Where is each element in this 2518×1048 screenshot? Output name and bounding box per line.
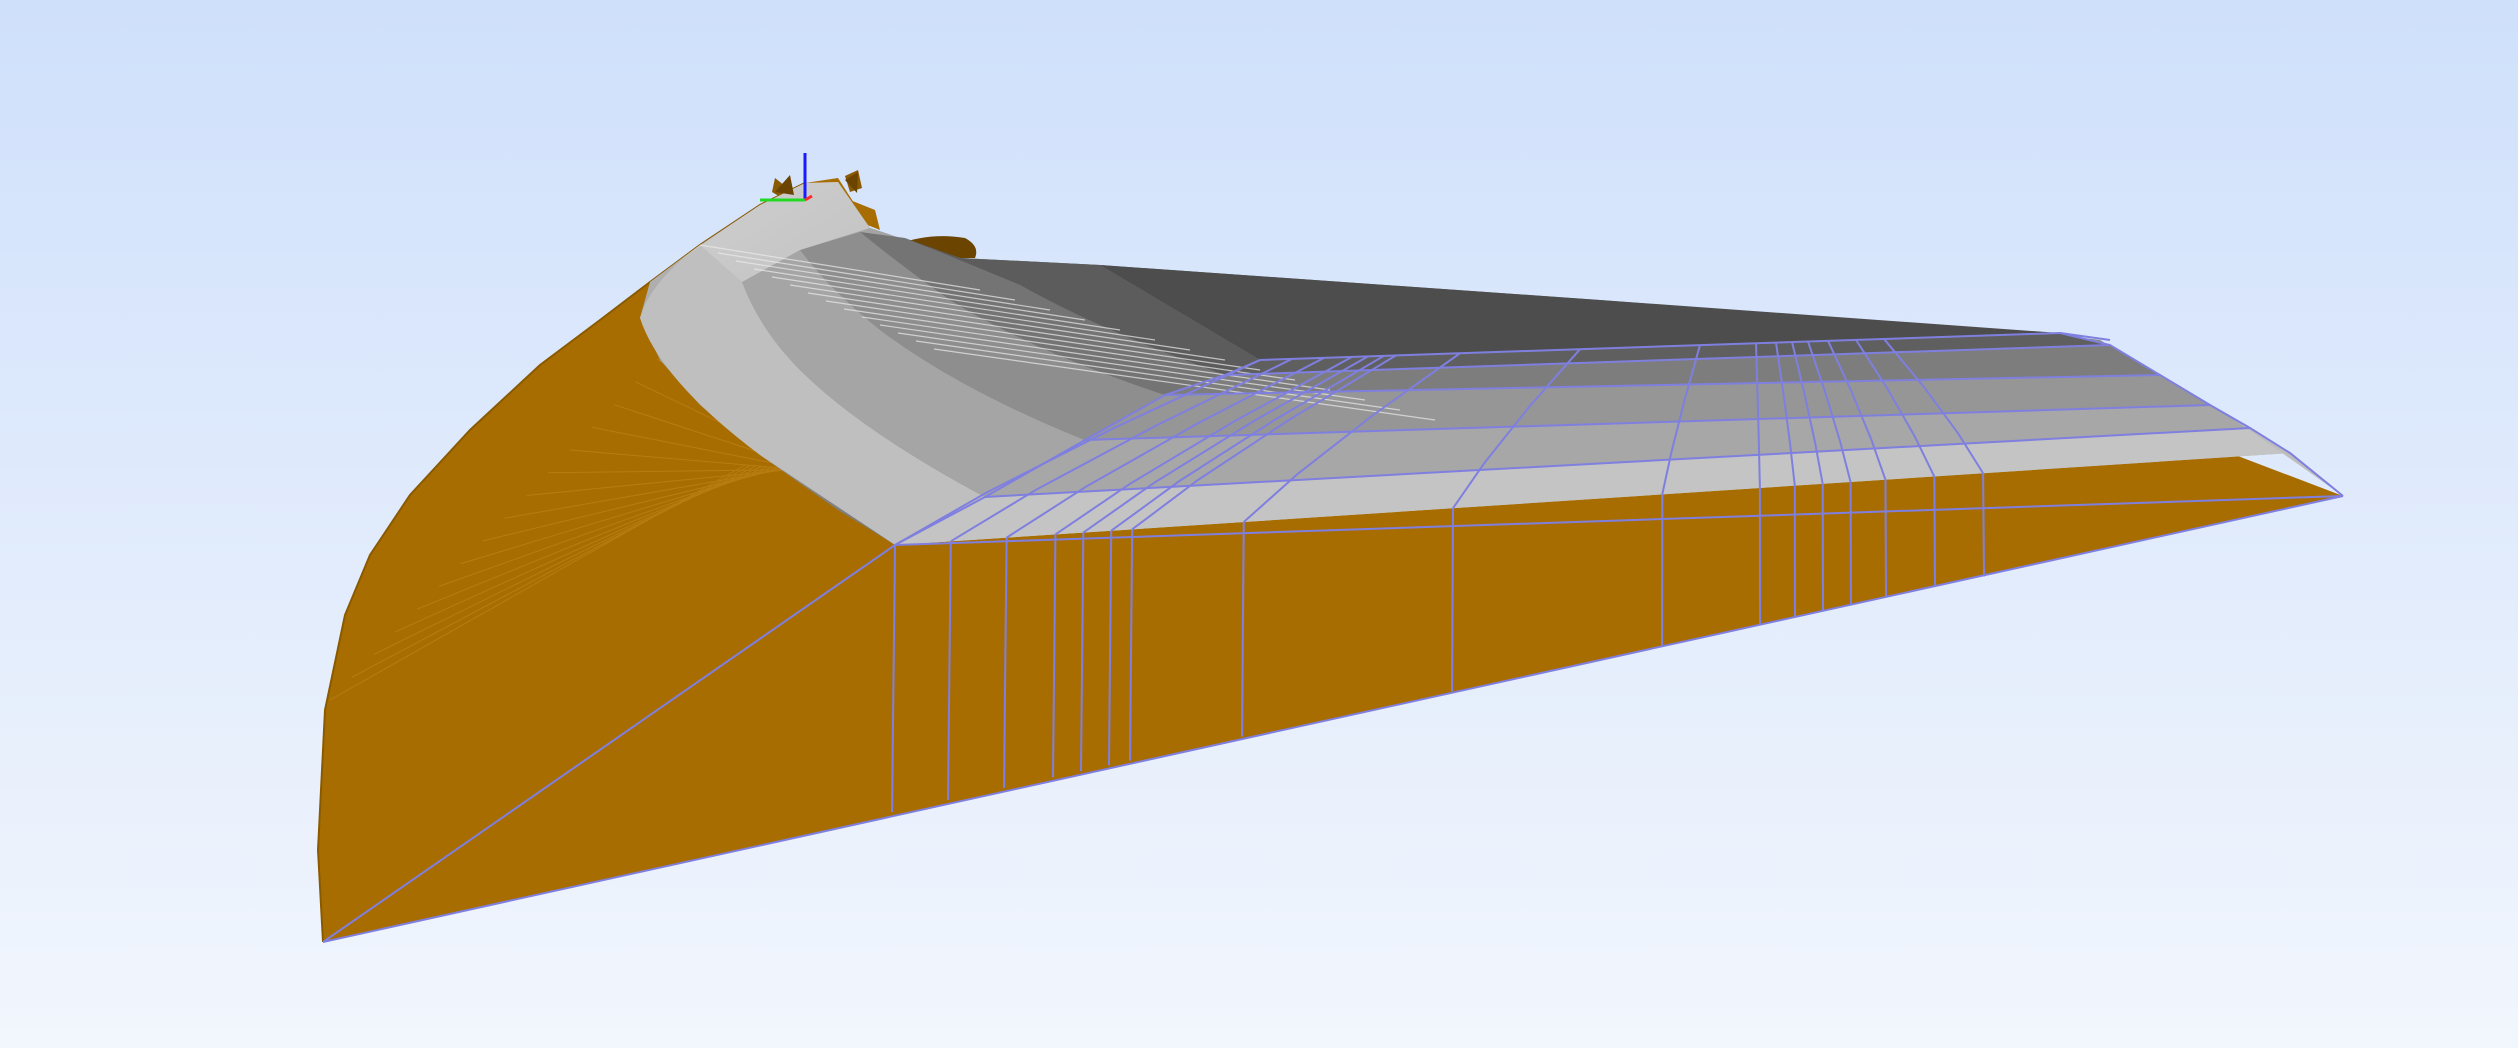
wire-station-line <box>1982 473 1985 577</box>
wire-station-line <box>1884 479 1887 598</box>
3d-viewport[interactable] <box>0 0 2518 1048</box>
wire-station-line <box>1451 508 1454 692</box>
wire-station-line <box>1933 476 1936 588</box>
3d-scene[interactable] <box>0 0 2518 1048</box>
